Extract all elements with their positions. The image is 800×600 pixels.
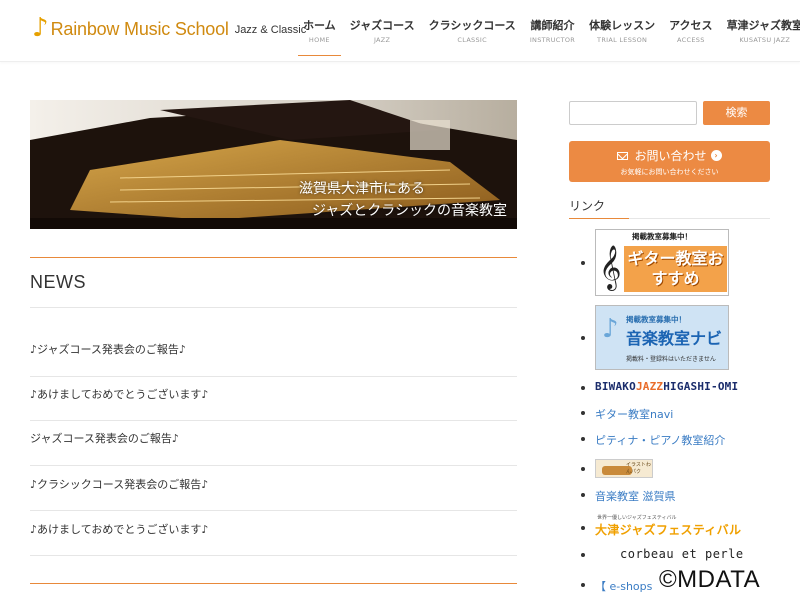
nav-sublabel: JAZZ (373, 36, 391, 44)
nav-sublabel: TRIAL LESSON (597, 36, 648, 44)
search-input[interactable] (569, 101, 697, 125)
nav-label: ホーム (303, 19, 336, 32)
search-button[interactable]: 検索 (703, 101, 770, 125)
hero-line-1: 滋賀県大津市にある (299, 181, 425, 197)
news-divider (30, 376, 517, 377)
treble-clef-icon: 𝄞 (599, 245, 622, 289)
image-caption: イラストわんパク (626, 462, 651, 475)
news-item[interactable]: ♪あけましておめでとうございます♪ (30, 522, 517, 538)
pitina-link[interactable]: ピティナ・ピアノ教室紹介 (595, 432, 725, 448)
list-bullet (581, 386, 585, 390)
news-heading: NEWS (30, 272, 86, 292)
eshop-link[interactable]: 【 e-shops (595, 578, 652, 594)
news-divider (30, 420, 517, 421)
hero-line-2: ジャズとクラシックの音楽教室 (311, 203, 507, 219)
site-logo[interactable]: ♪ Rainbow Music School Jazz & Classic (32, 13, 306, 43)
contact-button[interactable]: お問い合わせ › お気軽にお問い合わせください (569, 141, 770, 182)
news-item[interactable]: ♪クラシックコース発表会のご報告♪ (30, 477, 517, 493)
nav-item-home[interactable]: ホーム HOME (296, 18, 343, 56)
music-school-navi-banner[interactable]: ♪ 掲載教室募集中！ 音楽教室ナビ 掲載料・登録料はいただきません (595, 305, 729, 370)
envelope-icon (617, 151, 629, 160)
guitar-navi-link[interactable]: ギター教室navi (595, 406, 673, 422)
nav-label: ジャズコース (349, 19, 415, 32)
nav-sublabel: CLASSIC (457, 36, 487, 44)
list-bullet (581, 437, 585, 441)
list-bullet (581, 467, 585, 471)
news-item[interactable]: ジャズコース発表会のご報告♪ (30, 431, 517, 447)
music-note-icon: ♪ (602, 314, 619, 344)
links-divider-accent (569, 218, 629, 219)
links-heading: リンク (569, 199, 606, 213)
nav-item-trial-lesson[interactable]: 体験レッスン TRIAL LESSON (582, 18, 662, 54)
higashi-omi-text: HIGASHI-OMI (663, 380, 739, 393)
news-item[interactable]: ♪ジャズコース発表会のご報告♪ (30, 342, 517, 358)
biwako-jazz-link[interactable]: BIWAKOJAZZHIGASHI-OMI (595, 380, 738, 393)
list-bullet (581, 261, 585, 265)
contact-sublabel: お気軽にお問い合わせください (620, 168, 719, 176)
nav-label: 草津ジャズ教室 (726, 19, 800, 32)
nav-item-access[interactable]: アクセス ACCESS (662, 18, 719, 54)
nav-label: 講師紹介 (530, 19, 575, 32)
biwako-text: BIWAKO (595, 380, 636, 393)
news-divider (30, 465, 517, 466)
nav-sublabel: KUSATSU JAZZ (739, 36, 791, 44)
nav-item-kusatsu-jazz[interactable]: 草津ジャズ教室 KUSATSU JAZZ (720, 18, 800, 54)
guitar-school-banner[interactable]: 掲載教室募集中！ 𝄞 ギター教室おすすめ (595, 229, 729, 296)
list-bullet (581, 553, 585, 557)
list-bullet (581, 493, 585, 497)
banner-top-text: 掲載教室募集中！ (596, 230, 728, 244)
nav-sublabel: INSTRUCTOR (529, 36, 576, 44)
news-divider (30, 307, 517, 308)
music-note-icon: ♪ (32, 13, 49, 43)
list-bullet (581, 411, 585, 415)
list-bullet (581, 526, 585, 530)
arrow-right-circle-icon: › (710, 150, 722, 161)
contact-label: お問い合わせ (634, 149, 707, 163)
jazzfes-main-text: 大津ジャズフェスティバル (595, 523, 742, 537)
main-nav: ホーム HOME ジャズコース JAZZ クラシックコース CLASSIC 講師… (296, 18, 800, 56)
shiga-music-school-link[interactable]: 音楽教室 滋賀県 (595, 488, 676, 504)
list-bullet (581, 336, 585, 340)
hero-image: 滋賀県大津市にある ジャズとクラシックの音楽教室 (30, 100, 517, 229)
corbeau-et-perle-link[interactable]: corbeau et perle (620, 547, 744, 561)
banner-main-text: 音楽教室ナビ (626, 329, 723, 348)
news-bottom-divider (30, 583, 517, 584)
logo-title: Rainbow Music School (50, 19, 229, 39)
banner-top-text: 掲載教室募集中！ (626, 315, 686, 324)
hero-caption: 滋賀県大津市にある ジャズとクラシックの音楽教室 (299, 178, 507, 222)
news-divider (30, 510, 517, 511)
nav-label: アクセス (669, 19, 713, 32)
news-divider (30, 555, 517, 556)
nav-label: 体験レッスン (589, 19, 656, 32)
jazzfes-top-text: 世界一優しいジャズフェスティバル (597, 515, 677, 521)
nav-item-jazz[interactable]: ジャズコース JAZZ (343, 18, 422, 54)
banner-main-text: ギター教室おすすめ (624, 246, 727, 292)
nav-sublabel: HOME (308, 36, 330, 44)
otsu-jazz-festival-link[interactable]: 世界一優しいジャズフェスティバル 大津ジャズフェスティバル (595, 514, 765, 540)
nav-item-instructor[interactable]: 講師紹介 INSTRUCTOR (523, 18, 582, 54)
news-item[interactable]: ♪あけましておめでとうございます♪ (30, 387, 517, 403)
nav-sublabel: ACCESS (677, 36, 705, 44)
nav-label: クラシックコース (428, 19, 516, 32)
jazz-text: JAZZ (635, 380, 664, 393)
contact-main: お問い合わせ › (569, 147, 770, 164)
news-top-divider (30, 257, 517, 258)
nav-item-classic[interactable]: クラシックコース CLASSIC (422, 18, 523, 54)
illustration-link-image[interactable]: イラストわんパク (595, 459, 653, 478)
copyright-watermark: ©MDATA (659, 566, 761, 593)
site-header: ♪ Rainbow Music School Jazz & Classic ホー… (0, 0, 800, 62)
list-bullet (581, 583, 585, 587)
banner-sub-text: 掲載料・登録料はいただきません (626, 356, 716, 363)
